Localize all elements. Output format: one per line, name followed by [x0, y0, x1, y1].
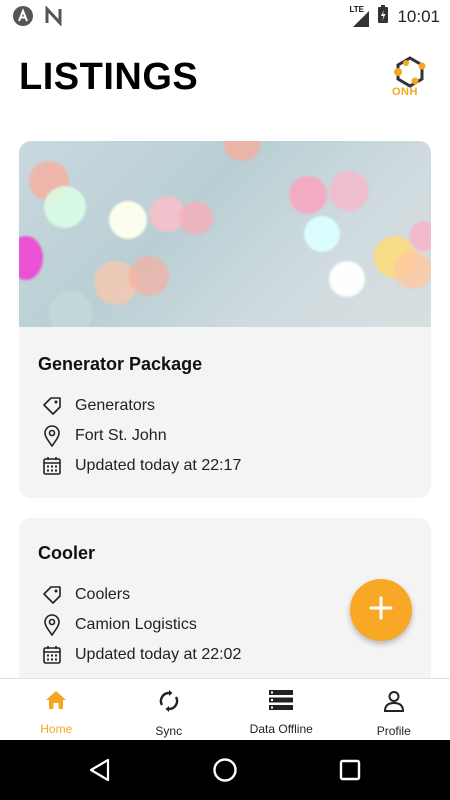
plus-icon — [368, 595, 394, 626]
nav-data-offline[interactable]: Data Offline — [225, 679, 338, 740]
nav-sync[interactable]: Sync — [113, 679, 226, 740]
listing-location-row: Fort St. John — [41, 425, 167, 447]
tag-icon — [41, 395, 63, 417]
nav-home-label: Home — [40, 722, 73, 736]
add-listing-button[interactable] — [350, 579, 412, 641]
home-circle-icon[interactable] — [212, 757, 238, 788]
listing-updated-row: Updated today at 22:17 — [41, 455, 241, 477]
bottom-navigation: Home Sync Data Offline Profile — [0, 678, 450, 740]
calendar-icon — [41, 455, 63, 477]
nav-sync-label: Sync — [155, 724, 183, 738]
database-icon — [268, 689, 294, 716]
nav-home[interactable]: Home — [0, 679, 113, 740]
system-navigation-bar — [0, 740, 450, 800]
listing-title: Generator Package — [38, 354, 203, 374]
listing-updated: Updated today at 22:17 — [75, 457, 242, 474]
listing-image — [19, 141, 431, 327]
person-icon — [382, 689, 406, 718]
home-icon — [44, 689, 68, 716]
nav-profile[interactable]: Profile — [338, 679, 450, 740]
tag-icon — [41, 584, 63, 606]
page-title: LISTINGS — [19, 56, 199, 98]
location-pin-icon — [41, 614, 63, 636]
nav-profile-label: Profile — [376, 724, 411, 738]
listing-updated-row: Updated today at 22:02 — [41, 644, 241, 666]
listing-location: Fort St. John — [75, 427, 167, 444]
location-pin-icon — [41, 425, 63, 447]
listing-card-generator-package[interactable]: Generator Package Generators Fort St. Jo… — [19, 141, 431, 498]
brand-logo-text: ONH — [392, 86, 418, 98]
nav-data-offline-label: Data Offline — [249, 722, 313, 736]
listing-title: Cooler — [38, 543, 96, 563]
app-notification-icon — [12, 5, 34, 32]
signal-icon: LTE — [349, 5, 370, 27]
listing-category-row: Generators — [41, 395, 155, 417]
listing-location: Camion Logistics — [75, 616, 197, 633]
n-notification-icon — [44, 5, 64, 31]
status-bar: LTE 10:01 — [0, 0, 450, 32]
calendar-icon — [41, 644, 63, 666]
battery-icon — [377, 4, 389, 29]
listing-category: Generators — [75, 397, 156, 414]
listing-location-row: Camion Logistics — [41, 614, 197, 636]
listing-updated: Updated today at 22:02 — [75, 646, 242, 663]
status-indicators: LTE 10:01 — [349, 4, 440, 29]
clock: 10:01 — [397, 6, 440, 26]
sync-icon — [157, 689, 181, 718]
listing-category: Coolers — [75, 586, 131, 603]
recents-icon[interactable] — [339, 759, 361, 786]
back-icon[interactable] — [88, 758, 112, 787]
listing-category-row: Coolers — [41, 584, 130, 606]
status-notifications — [12, 5, 64, 32]
